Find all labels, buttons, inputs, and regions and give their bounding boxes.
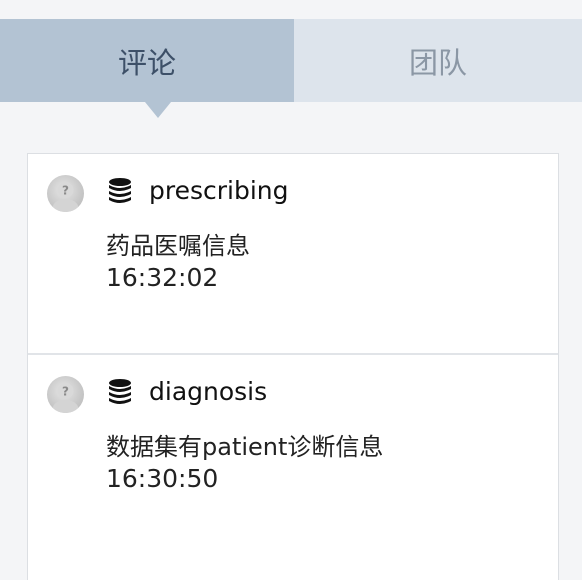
activity-time: 16:30:50 [106,464,219,493]
list-item[interactable]: ? diagnosis 数据集有patient诊断信息 16:30:50 [28,353,558,552]
tab-team[interactable]: 团队 [294,19,582,102]
tab-comments[interactable]: 评论 [0,19,294,102]
activity-time: 16:32:02 [106,263,219,292]
activity-list: ? prescribing 药品医嘱信息 16:32:02 ? diagnosi… [27,153,559,580]
database-icon [107,378,133,406]
active-tab-pointer [145,102,171,118]
svg-text:?: ? [62,385,69,399]
user-placeholder-icon: ? [52,383,79,413]
dataset-name[interactable]: prescribing [149,176,289,206]
svg-text:?: ? [62,184,69,198]
tab-bar: 评论 团队 [0,19,582,118]
user-placeholder-icon: ? [52,182,79,212]
activity-message: 数据集有patient诊断信息 [106,433,384,461]
avatar[interactable]: ? [47,376,84,413]
dataset-name[interactable]: diagnosis [149,377,267,407]
list-item[interactable]: ? prescribing 药品医嘱信息 16:32:02 [28,154,558,353]
avatar[interactable]: ? [47,175,84,212]
activity-message: 药品医嘱信息 [106,232,250,260]
database-icon [107,177,133,205]
